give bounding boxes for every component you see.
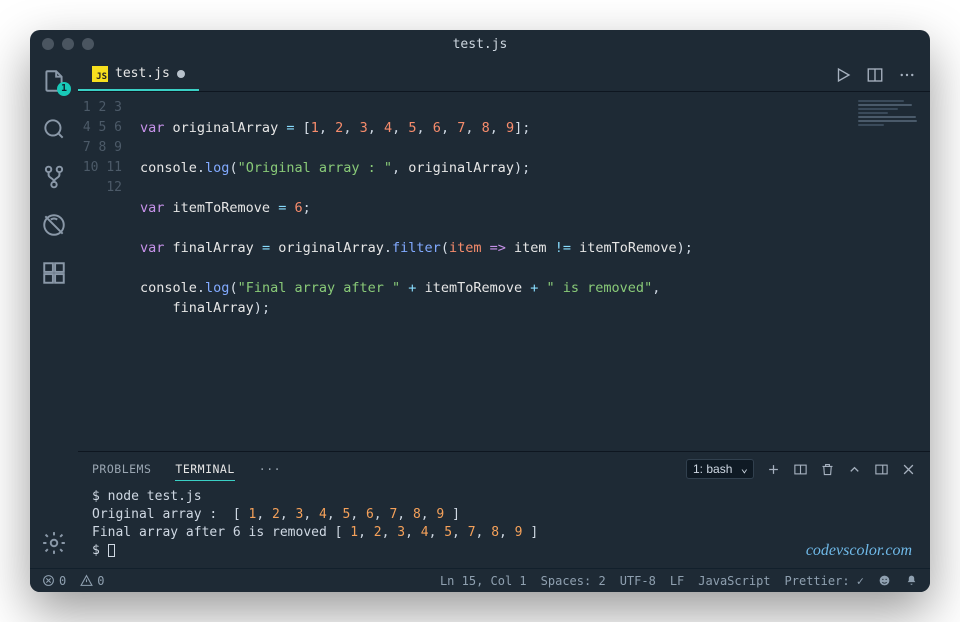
status-warnings[interactable]: 0 [80,574,104,588]
status-prettier[interactable]: Prettier: ✓ [785,574,864,588]
titlebar: test.js [30,30,930,58]
editor[interactable]: 1 2 3 4 5 6 7 8 9 10 11 12 var originalA… [78,92,930,451]
kill-terminal-icon[interactable] [820,462,835,477]
minimap[interactable] [858,92,930,451]
bottom-panel: PROBLEMS TERMINAL ··· 1: bash [78,451,930,568]
editor-window: test.js 1 [30,30,930,592]
terminal-select: 1: bash [686,459,754,479]
minimize-window-button[interactable] [62,38,74,50]
tab-bar: JS test.js [78,58,930,92]
close-window-button[interactable] [42,38,54,50]
status-cursor-position[interactable]: Ln 15, Col 1 [440,574,527,588]
editor-body: 1 JS test.js [30,58,930,568]
line-gutter: 1 2 3 4 5 6 7 8 9 10 11 12 [78,92,136,451]
search-icon[interactable] [41,116,67,142]
terminal-cursor [108,544,115,557]
status-bell-icon[interactable] [905,574,918,587]
activity-bar: 1 [30,58,78,568]
tab-filename: test.js [115,66,170,81]
more-actions-icon[interactable] [898,66,916,84]
explorer-icon[interactable]: 1 [41,68,67,94]
new-terminal-icon[interactable] [766,462,781,477]
code-content[interactable]: var originalArray = [1, 2, 3, 4, 5, 6, 7… [136,92,858,451]
split-terminal-icon[interactable] [793,462,808,477]
maximize-window-button[interactable] [82,38,94,50]
watermark: codevscolor.com [806,542,912,560]
terminal-output[interactable]: $ node test.js Original array : [ 1, 2, … [92,486,916,560]
tab-test-js[interactable]: JS test.js [78,58,199,91]
close-panel-icon[interactable] [901,462,916,477]
editor-actions [834,66,930,84]
settings-gear-icon[interactable] [41,530,67,556]
extensions-icon[interactable] [41,260,67,286]
status-encoding[interactable]: UTF-8 [620,574,656,588]
main-area: JS test.js 1 2 3 4 5 6 7 8 9 10 11 12 va… [78,58,930,568]
unsaved-indicator-icon [177,70,185,78]
status-eol[interactable]: LF [670,574,684,588]
window-controls [42,38,94,50]
panel-tab-bar: PROBLEMS TERMINAL ··· 1: bash [92,452,916,486]
status-language[interactable]: JavaScript [698,574,770,588]
split-editor-icon[interactable] [866,66,884,84]
terminal-selector[interactable]: 1: bash [686,459,754,479]
tab-terminal[interactable]: TERMINAL [175,458,234,481]
js-file-icon: JS [92,66,108,82]
window-title: test.js [30,37,930,52]
source-control-icon[interactable] [41,164,67,190]
explorer-badge: 1 [57,82,71,96]
status-indentation[interactable]: Spaces: 2 [541,574,606,588]
toggle-panel-icon[interactable] [874,462,889,477]
run-icon[interactable] [834,66,852,84]
tab-more[interactable]: ··· [259,458,281,480]
maximize-panel-icon[interactable] [847,462,862,477]
status-bar: 0 0 Ln 15, Col 1 Spaces: 2 UTF-8 LF Java… [30,568,930,592]
tab-problems[interactable]: PROBLEMS [92,458,151,480]
status-feedback-icon[interactable] [878,574,891,587]
status-errors[interactable]: 0 [42,574,66,588]
debug-icon[interactable] [41,212,67,238]
